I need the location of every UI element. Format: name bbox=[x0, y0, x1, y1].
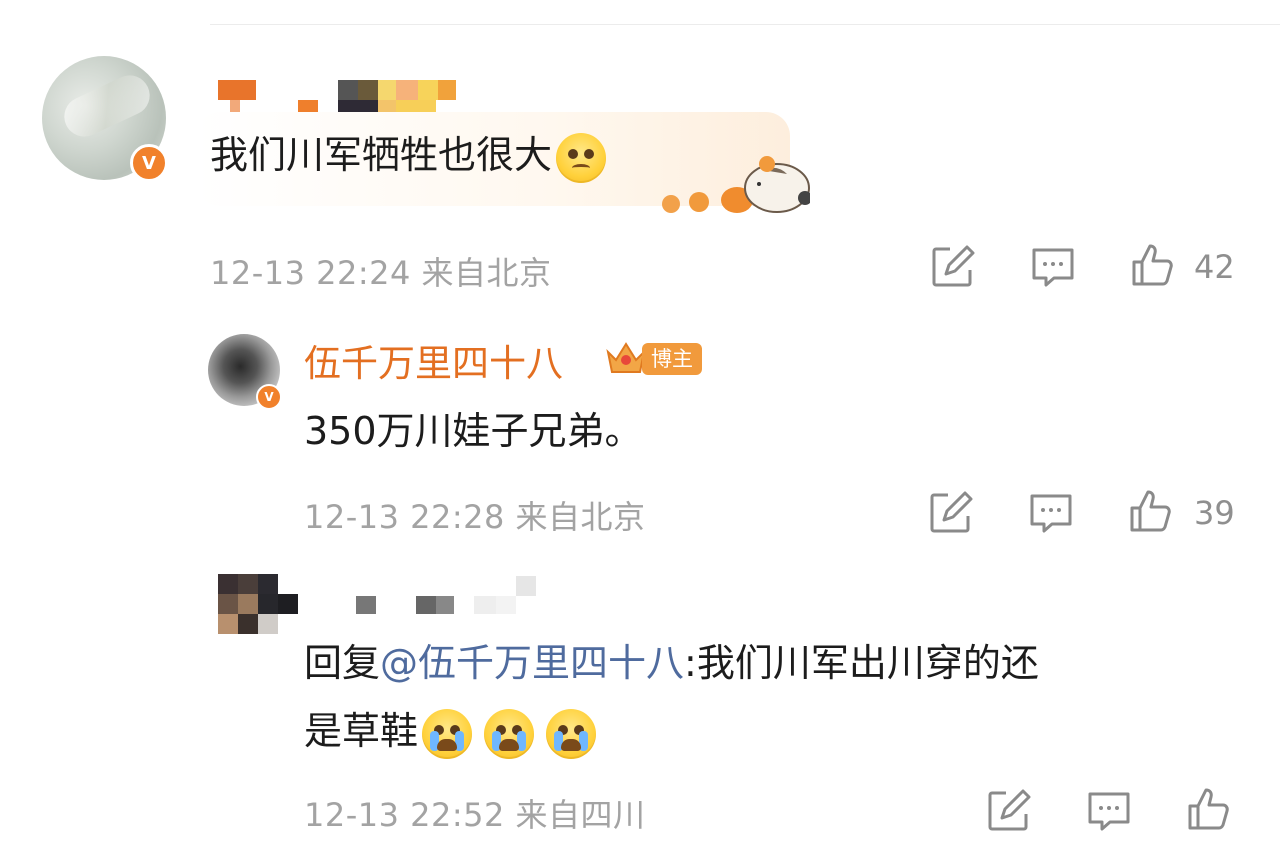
comment-meta: 12-13 22:24 来自北京 bbox=[210, 254, 552, 292]
like-button[interactable] bbox=[1128, 488, 1174, 534]
guinea-pig-sticker-icon bbox=[662, 156, 810, 213]
repost-icon bbox=[930, 491, 973, 533]
crying-face-icon bbox=[422, 708, 473, 759]
host-badge-label: 博主 bbox=[642, 343, 702, 375]
author-name[interactable]: 伍千万里四十八 bbox=[304, 333, 563, 387]
thumbs-up-icon bbox=[1130, 490, 1171, 532]
repost-button[interactable] bbox=[928, 490, 974, 536]
like-count: 42 bbox=[1194, 248, 1235, 286]
verified-icon: V bbox=[256, 384, 282, 410]
pleading-face-icon bbox=[556, 132, 607, 183]
like-count: 39 bbox=[1194, 494, 1235, 532]
crying-face-icon bbox=[484, 708, 535, 759]
repost-icon bbox=[988, 789, 1031, 831]
host-badge: 博主 bbox=[604, 338, 702, 378]
comment-icon bbox=[1088, 792, 1130, 831]
crying-face-icon bbox=[546, 708, 597, 759]
repost-button[interactable] bbox=[986, 788, 1032, 834]
top-divider bbox=[210, 24, 1280, 25]
comment-button[interactable] bbox=[1086, 788, 1132, 834]
repost-icon bbox=[932, 245, 975, 287]
comment-icon bbox=[1030, 494, 1072, 533]
avatar-pixelated[interactable] bbox=[218, 574, 298, 634]
like-button[interactable] bbox=[1130, 242, 1176, 288]
repost-button[interactable] bbox=[930, 244, 976, 290]
mention-link[interactable]: @伍千万里四十八 bbox=[380, 641, 684, 685]
comment-button[interactable] bbox=[1028, 490, 1074, 536]
like-button[interactable] bbox=[1186, 786, 1232, 832]
comment-button[interactable] bbox=[1030, 244, 1076, 290]
thumbs-up-icon bbox=[1188, 788, 1229, 830]
comment-meta: 12-13 22:52 来自四川 bbox=[304, 796, 646, 834]
verified-icon: V bbox=[130, 144, 168, 182]
comment-text: 我们川军牺牲也很大 bbox=[210, 128, 607, 183]
comment-meta: 12-13 22:28 来自北京 bbox=[304, 498, 646, 536]
reply-text-line-2: 是草鞋 bbox=[304, 704, 597, 759]
thumbs-up-icon bbox=[1132, 244, 1173, 286]
reply-text-line-1: 回复@伍千万里四十八:我们川军出川穿的还 bbox=[304, 641, 1039, 685]
comment-text: 350万川娃子兄弟。 bbox=[304, 409, 643, 453]
comment-icon bbox=[1032, 248, 1074, 287]
username-pixelated[interactable] bbox=[356, 576, 536, 616]
